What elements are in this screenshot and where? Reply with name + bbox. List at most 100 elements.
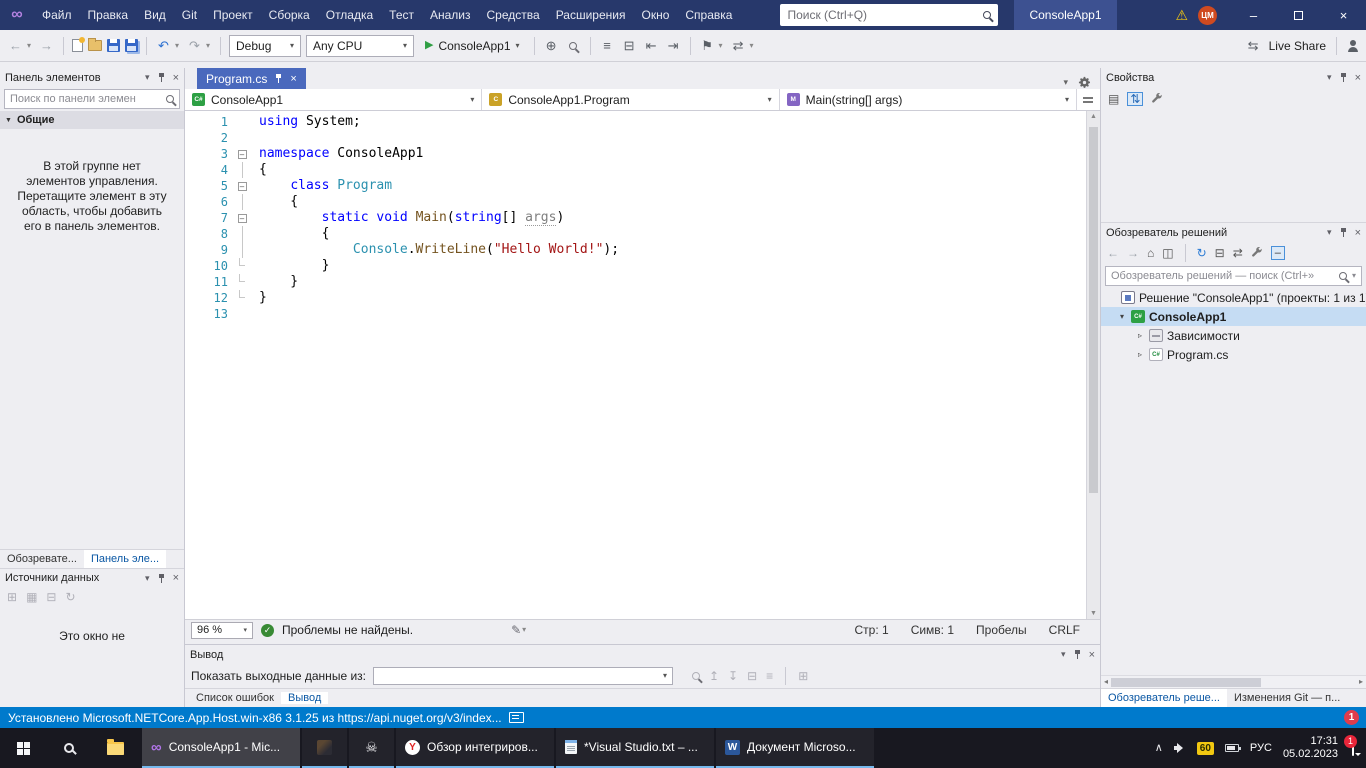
configure-data-source-icon[interactable]: ⊟	[46, 591, 56, 603]
indent-icon[interactable]: ⇥	[665, 39, 682, 52]
file-explorer-button[interactable]	[92, 728, 138, 768]
properties-wrench-icon[interactable]	[1251, 247, 1263, 259]
collapse-icon[interactable]: –	[238, 214, 247, 223]
pin-tab-icon[interactable]	[274, 73, 283, 84]
line-ending-indicator[interactable]: CRLF	[1049, 623, 1080, 637]
bottom-dock-tab[interactable]: Вывод	[281, 692, 328, 704]
chevron-down-icon[interactable]: ▾	[520, 626, 528, 634]
keyboard-language-indicator[interactable]: РУС	[1250, 742, 1272, 754]
alphabetical-sort-toggle[interactable]: ⇅	[1127, 92, 1143, 106]
panel-menu-icon[interactable]: ▾	[145, 574, 150, 583]
pin-icon[interactable]	[157, 72, 166, 83]
menu-item[interactable]: Сборка	[261, 0, 318, 30]
bottom-dock-tab[interactable]: Список ошибок	[189, 692, 281, 704]
redo-dropdown-icon[interactable]: ▾	[204, 42, 212, 50]
expander-icon[interactable]: ▹	[1135, 331, 1145, 340]
toolbar-overflow-icon[interactable]: ▾	[748, 42, 756, 50]
code-text-area[interactable]: using System;namespace ConsoleApp1{ clas…	[249, 111, 1086, 619]
scroll-left-icon[interactable]: ◂	[1101, 678, 1111, 686]
close-panel-icon[interactable]: ×	[173, 572, 179, 584]
menu-item[interactable]: Правка	[80, 0, 137, 30]
panel-menu-icon[interactable]: ▾	[145, 73, 150, 82]
scroll-right-icon[interactable]: ▸	[1356, 678, 1366, 686]
toolbox-search-input[interactable]: Поиск по панели элемен	[4, 89, 180, 109]
navigate-forward-icon[interactable]: →	[1127, 247, 1139, 259]
menu-item[interactable]: Отладка	[318, 0, 381, 30]
collapse-icon[interactable]: –	[238, 150, 247, 159]
spaces-indicator[interactable]: Пробелы	[976, 623, 1027, 637]
menu-item[interactable]: Файл	[34, 0, 80, 30]
panel-menu-icon[interactable]: ▾	[1327, 228, 1332, 237]
member-dropdown[interactable]: M Main(string[] args) ▾	[780, 89, 1076, 110]
menu-item[interactable]: Расширения	[548, 0, 634, 30]
navigate-back-dropdown-icon[interactable]: ▾	[25, 42, 33, 50]
project-dropdown[interactable]: C# ConsoleApp1 ▾	[185, 89, 482, 110]
find-in-files-icon[interactable]	[565, 39, 582, 52]
solution-explorer-search-input[interactable]: Обозреватель решений — поиск (Ctrl+» ▾	[1105, 266, 1362, 286]
taskbar-search-button[interactable]	[46, 728, 92, 768]
redo-icon[interactable]: ↷	[186, 39, 203, 52]
fold-marker[interactable]	[235, 162, 249, 178]
health-check-icon[interactable]: ✓	[261, 624, 274, 637]
add-data-source-icon[interactable]: ⊞	[7, 591, 17, 603]
menu-item[interactable]: Вид	[136, 0, 174, 30]
taskbar-app[interactable]: ∞ConsoleApp1 - Mic...	[142, 728, 300, 768]
fold-marker[interactable]	[235, 274, 249, 290]
fold-marker[interactable]: –	[235, 178, 249, 194]
save-icon[interactable]	[107, 39, 120, 52]
menu-item[interactable]: Средства	[479, 0, 548, 30]
taskbar-app[interactable]: YОбзор интегриров...	[396, 728, 554, 768]
type-dropdown[interactable]: C ConsoleApp1.Program ▾	[482, 89, 779, 110]
fold-marker[interactable]: –	[235, 146, 249, 162]
split-window-button[interactable]	[1076, 89, 1100, 110]
editor-options-gear-icon[interactable]	[1078, 76, 1091, 89]
fold-marker[interactable]	[235, 258, 249, 274]
bookmark-icon[interactable]: ⚑	[699, 39, 716, 52]
right-dock-tab[interactable]: Изменения Git — п...	[1227, 689, 1347, 707]
new-file-icon[interactable]	[72, 39, 83, 52]
menu-item[interactable]: Анализ	[422, 0, 479, 30]
tree-item[interactable]: Решение "ConsoleApp1" (проекты: 1 из 1)	[1101, 288, 1366, 307]
scrollbar-thumb[interactable]	[1111, 678, 1261, 687]
fold-marker[interactable]: –	[235, 210, 249, 226]
dock-output-icon[interactable]: ⊞	[798, 670, 808, 682]
start-debugging-button[interactable]: ▶ ConsoleApp1 ▾	[419, 34, 526, 58]
sync-with-active-document-icon[interactable]: ⇄	[1233, 247, 1243, 259]
refresh-data-source-icon[interactable]: ↻	[65, 591, 75, 603]
navigate-back-icon[interactable]: ←	[7, 39, 24, 52]
fold-marker[interactable]	[235, 226, 249, 242]
start-button[interactable]	[0, 728, 46, 768]
navigate-forward-icon[interactable]: →	[38, 39, 55, 52]
menu-item[interactable]: Проект	[205, 0, 261, 30]
solution-explorer-sync-icon[interactable]: ⇄	[730, 39, 747, 52]
close-button[interactable]: ×	[1321, 0, 1366, 30]
pin-icon[interactable]	[1339, 72, 1348, 83]
fold-marker[interactable]	[235, 194, 249, 210]
switch-views-icon[interactable]: ◫	[1162, 247, 1173, 259]
property-pages-wrench-icon[interactable]	[1151, 93, 1163, 105]
tree-item[interactable]: ▹C#Program.cs	[1101, 345, 1366, 364]
tree-item[interactable]: ▹Зависимости	[1101, 326, 1366, 345]
feedback-app-button[interactable]: ConsoleApp1	[1014, 0, 1116, 30]
right-dock-tab[interactable]: Обозреватель реше...	[1101, 689, 1227, 707]
live-share-label[interactable]: Live Share	[1269, 39, 1326, 53]
minimize-button[interactable]: –	[1231, 0, 1276, 30]
close-panel-icon[interactable]: ×	[1355, 72, 1361, 84]
collapse-icon[interactable]: –	[238, 182, 247, 191]
left-dock-tab[interactable]: Обозревате...	[0, 550, 84, 568]
tree-item[interactable]: ▾C#ConsoleApp1	[1101, 307, 1366, 326]
battery-percent-badge[interactable]: 60	[1197, 742, 1214, 755]
expander-icon[interactable]: ▹	[1135, 350, 1145, 359]
send-feedback-icon[interactable]	[1347, 40, 1359, 52]
edit-data-source-icon[interactable]: ▦	[26, 591, 37, 603]
find-message-icon[interactable]	[692, 672, 700, 680]
left-dock-tab[interactable]: Панель эле...	[84, 550, 166, 568]
taskbar-app[interactable]: WДокумент Microso...	[716, 728, 874, 768]
close-tab-icon[interactable]: ×	[290, 73, 296, 85]
pin-icon[interactable]	[157, 573, 166, 584]
close-panel-icon[interactable]: ×	[1089, 649, 1095, 661]
editor-vertical-scrollbar[interactable]: ▲ ▼	[1086, 111, 1100, 619]
close-panel-icon[interactable]: ×	[173, 72, 179, 84]
chevron-down-icon[interactable]: ▾	[1352, 272, 1356, 280]
collapse-all-icon[interactable]: ⊟	[1215, 247, 1225, 259]
